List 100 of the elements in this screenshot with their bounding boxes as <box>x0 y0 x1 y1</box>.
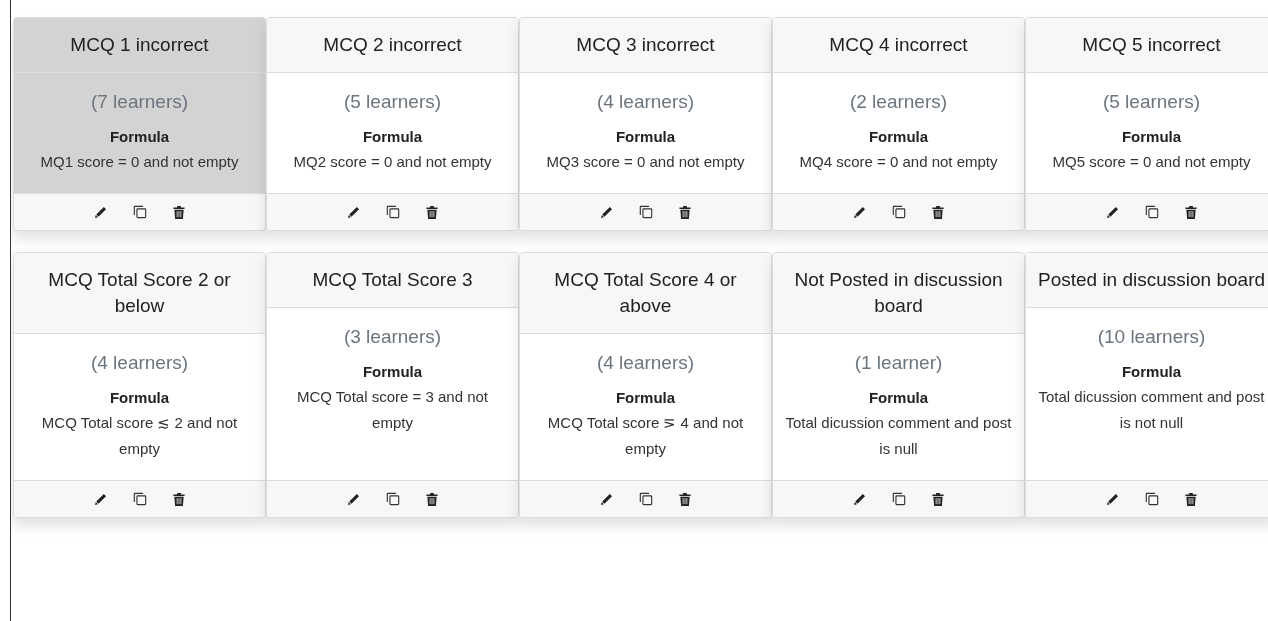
group-card[interactable]: MCQ Total Score 4 or above (4 learners) Formula MCQ Total score ⋝ 4 and not empty <box>519 252 772 518</box>
copy-icon <box>1145 492 1159 506</box>
trash-icon <box>1185 492 1197 506</box>
formula-text: MQ1 score = 0 and not empty <box>39 152 240 172</box>
learner-count: (5 learners) <box>342 91 443 113</box>
group-card[interactable]: MCQ Total Score 2 or below (4 learners) Formula MCQ Total score ≲ 2 and not empty <box>13 252 266 518</box>
formula-label: Formula <box>867 127 930 147</box>
card-title: MCQ 3 incorrect <box>575 33 716 57</box>
formula-label: Formula <box>108 127 171 147</box>
learner-count: (4 learners) <box>595 352 696 374</box>
trash-icon <box>932 492 944 506</box>
copy-button[interactable] <box>1143 490 1161 508</box>
pencil-icon <box>853 492 866 506</box>
copy-icon <box>386 492 400 506</box>
group-card[interactable]: MCQ 3 incorrect (4 learners) Formula MQ3 score = 0 and not empty <box>519 17 772 231</box>
learner-count: (7 learners) <box>89 91 190 113</box>
card-title: MCQ 1 incorrect <box>69 33 210 57</box>
formula-label: Formula <box>361 127 424 147</box>
trash-icon <box>173 205 185 219</box>
copy-icon <box>639 492 653 506</box>
copy-button[interactable] <box>890 490 908 508</box>
card-title: Posted in discussion board <box>1036 268 1267 292</box>
pencil-icon <box>347 492 360 506</box>
delete-button[interactable] <box>677 203 693 221</box>
copy-button[interactable] <box>384 203 402 221</box>
formula-label: Formula <box>361 362 424 382</box>
trash-icon <box>426 205 438 219</box>
copy-button[interactable] <box>384 490 402 508</box>
card-title: MCQ Total Score 3 <box>311 268 474 292</box>
delete-button[interactable] <box>1183 490 1199 508</box>
card-title: Not Posted in discussion board <box>793 268 1004 318</box>
card-title: MCQ 5 incorrect <box>1081 33 1222 57</box>
formula-text: Total dicussion comment and post is not null <box>1038 387 1265 433</box>
group-card[interactable]: MCQ Total Score 3 (3 learners) Formula MCQ Total score = 3 and not empty <box>266 252 519 518</box>
formula-text: MQ5 score = 0 and not empty <box>1051 152 1252 172</box>
formula-label: Formula <box>1120 127 1183 147</box>
copy-icon <box>386 205 400 219</box>
group-card[interactable]: MCQ 4 incorrect (2 learners) Formula MQ4 score = 0 and not empty <box>772 17 1025 231</box>
pencil-icon <box>347 205 360 219</box>
pencil-icon <box>94 492 107 506</box>
formula-label: Formula <box>108 388 171 408</box>
formula-text: MCQ Total score = 3 and not empty <box>295 387 490 433</box>
copy-button[interactable] <box>1143 203 1161 221</box>
learner-count: (3 learners) <box>342 326 443 348</box>
learner-count: (5 learners) <box>1101 91 1202 113</box>
learner-count: (2 learners) <box>848 91 949 113</box>
copy-icon <box>892 205 906 219</box>
delete-button[interactable] <box>677 490 693 508</box>
pencil-icon <box>600 205 613 219</box>
formula-label: Formula <box>867 388 930 408</box>
learner-count: (10 learners) <box>1096 326 1207 348</box>
learner-count: (4 learners) <box>595 91 696 113</box>
formula-label: Formula <box>1120 362 1183 382</box>
copy-icon <box>1145 205 1159 219</box>
pencil-icon <box>1106 205 1119 219</box>
card-title: MCQ Total Score 2 or below <box>47 268 232 318</box>
group-card[interactable]: Posted in discussion board (10 learners) Formula Total dicussion comment and post is not null <box>1025 252 1268 518</box>
trash-icon <box>1185 205 1197 219</box>
delete-button[interactable] <box>171 490 187 508</box>
delete-button[interactable] <box>171 203 187 221</box>
copy-button[interactable] <box>890 203 908 221</box>
group-card[interactable]: MCQ 1 incorrect (7 learners) Formula MQ1 score = 0 and not empty <box>13 17 266 231</box>
delete-button[interactable] <box>424 490 440 508</box>
pencil-icon <box>94 205 107 219</box>
delete-button[interactable] <box>930 490 946 508</box>
group-card[interactable]: MCQ 2 incorrect (5 learners) Formula MQ2 score = 0 and not empty <box>266 17 519 231</box>
trash-icon <box>173 492 185 506</box>
card-title: MCQ Total Score 4 or above <box>553 268 738 318</box>
formula-text: MCQ Total score ⋝ 4 and not empty <box>546 413 745 459</box>
formula-text: MQ4 score = 0 and not empty <box>798 152 999 172</box>
trash-icon <box>679 492 691 506</box>
trash-icon <box>679 205 691 219</box>
formula-label: Formula <box>614 127 677 147</box>
copy-icon <box>133 492 147 506</box>
copy-button[interactable] <box>637 203 655 221</box>
delete-button[interactable] <box>424 203 440 221</box>
formula-label: Formula <box>614 388 677 408</box>
delete-button[interactable] <box>930 203 946 221</box>
copy-button[interactable] <box>131 490 149 508</box>
delete-button[interactable] <box>1183 203 1199 221</box>
pencil-icon <box>853 205 866 219</box>
group-card[interactable]: Not Posted in discussion board (1 learner) Formula Total dicussion comment and post is null <box>772 252 1025 518</box>
trash-icon <box>426 492 438 506</box>
learner-count: (4 learners) <box>89 352 190 374</box>
trash-icon <box>932 205 944 219</box>
formula-text: MCQ Total score ≲ 2 and not empty <box>40 413 239 459</box>
formula-text: MQ2 score = 0 and not empty <box>292 152 493 172</box>
copy-icon <box>892 492 906 506</box>
card-title: MCQ 2 incorrect <box>322 33 463 57</box>
pencil-icon <box>1106 492 1119 506</box>
formula-text: MQ3 score = 0 and not empty <box>545 152 746 172</box>
pencil-icon <box>600 492 613 506</box>
copy-icon <box>133 205 147 219</box>
copy-icon <box>639 205 653 219</box>
copy-button[interactable] <box>637 490 655 508</box>
copy-button[interactable] <box>131 203 149 221</box>
card-title: MCQ 4 incorrect <box>828 33 969 57</box>
formula-text: Total dicussion comment and post is null <box>785 413 1012 459</box>
group-card[interactable]: MCQ 5 incorrect (5 learners) Formula MQ5 score = 0 and not empty <box>1025 17 1268 231</box>
learner-count: (1 learner) <box>853 352 944 374</box>
